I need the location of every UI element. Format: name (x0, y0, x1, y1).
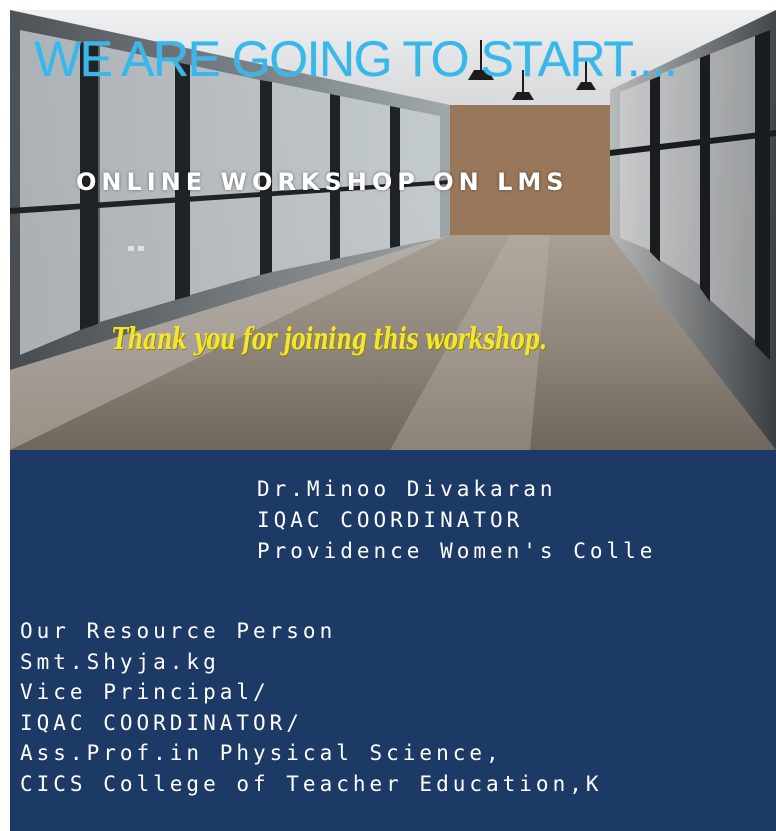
resource-person-role-3: Ass.Prof.in Physical Science, (20, 741, 503, 765)
resource-person-heading: Our Resource Person (20, 619, 337, 643)
resource-person-role-1: Vice Principal/ (20, 680, 270, 704)
workshop-poster: WE ARE GOING TO START.... ONLINE WORKSHO… (10, 10, 776, 831)
resource-person-block: Our Resource Person Smt.Shyja.kg Vice Pr… (20, 616, 603, 799)
coordinator-role: IQAC COORDINATOR (257, 508, 524, 532)
hallway-photo: WE ARE GOING TO START.... ONLINE WORKSHO… (10, 10, 776, 450)
thank-you-message: Thank you for joining this workshop. (112, 322, 547, 357)
coordinator-block: Dr.Minoo Divakaran IQAC COORDINATOR Prov… (257, 474, 656, 567)
resource-person-role-2: IQAC COORDINATOR/ (20, 710, 303, 735)
resource-person-institution: CICS College of Teacher Education,K (20, 771, 603, 796)
workshop-subtitle: ONLINE WORKSHOP ON LMS (76, 168, 569, 196)
info-band: Dr.Minoo Divakaran IQAC COORDINATOR Prov… (10, 450, 776, 831)
resource-person-name: Smt.Shyja.kg (20, 649, 220, 674)
headline: WE ARE GOING TO START.... (34, 31, 678, 87)
coordinator-name: Dr.Minoo Divakaran (257, 477, 557, 501)
coordinator-college: Providence Women's Colle (257, 539, 657, 563)
